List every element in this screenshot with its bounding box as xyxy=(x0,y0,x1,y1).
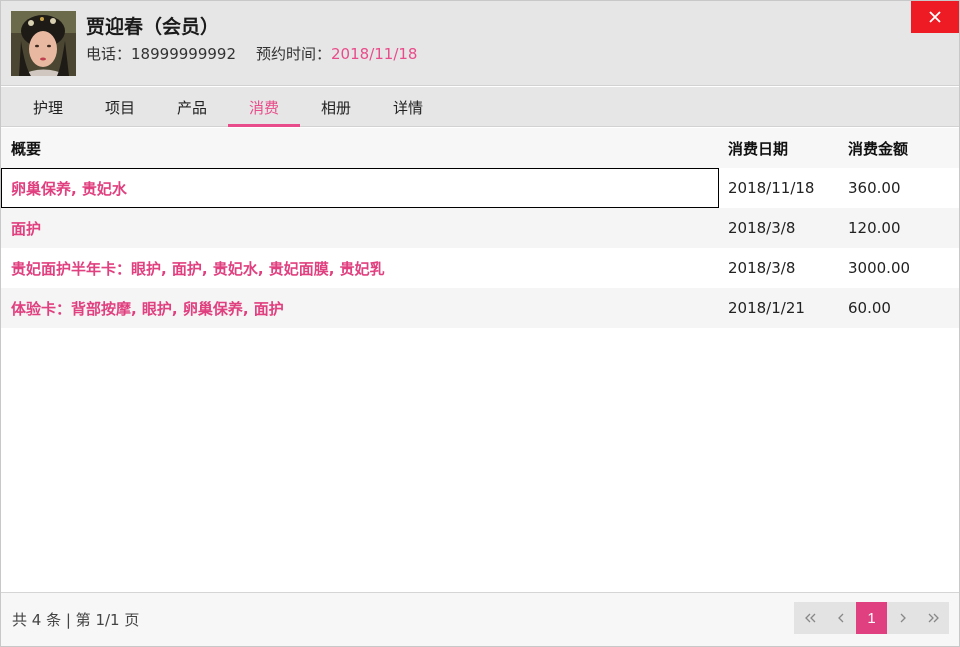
table-row[interactable]: 体验卡：背部按摩, 眼护, 卵巢保养, 面护 2018/1/21 60.00 xyxy=(1,288,959,328)
member-header: 贾迎春（会员） 电话：18999999992 预约时间：2018/11/18 xyxy=(1,1,959,86)
appointment-date: 2018/11/18 xyxy=(331,45,418,63)
member-name: 贾迎春（会员） xyxy=(86,16,220,38)
tab-projects[interactable]: 项目 xyxy=(84,87,156,127)
consumption-table: 概要 消费日期 消费金额 卵巢保养, 贵妃水 2018/11/18 360.00… xyxy=(1,128,959,328)
table-header: 概要 消费日期 消费金额 xyxy=(1,128,959,168)
next-page-button[interactable] xyxy=(887,602,918,634)
table-row[interactable]: 卵巢保养, 贵妃水 2018/11/18 360.00 xyxy=(1,168,959,208)
row-summary[interactable]: 面护 xyxy=(1,208,719,248)
row-amount: 60.00 xyxy=(848,299,891,317)
last-page-button[interactable] xyxy=(918,602,949,634)
row-date: 2018/3/8 xyxy=(728,259,796,277)
tab-album[interactable]: 相册 xyxy=(300,87,372,127)
row-amount: 360.00 xyxy=(848,179,901,197)
row-summary[interactable]: 贵妃面护半年卡：眼护, 面护, 贵妃水, 贵妃面膜, 贵妃乳 xyxy=(1,248,719,288)
double-chevron-left-icon xyxy=(804,613,815,623)
pagination-footer: 共 4 条 | 第 1/1 页 1 xyxy=(1,592,959,646)
phone-label: 电话： xyxy=(86,45,132,63)
tab-details[interactable]: 详情 xyxy=(372,87,444,127)
row-date: 2018/1/21 xyxy=(728,299,805,317)
first-page-button[interactable] xyxy=(794,602,825,634)
row-date: 2018/11/18 xyxy=(728,179,815,197)
record-count: 共 4 条 | 第 1/1 页 xyxy=(12,611,140,629)
table-row[interactable]: 贵妃面护半年卡：眼护, 面护, 贵妃水, 贵妃面膜, 贵妃乳 2018/3/8 … xyxy=(1,248,959,288)
row-summary[interactable]: 体验卡：背部按摩, 眼护, 卵巢保养, 面护 xyxy=(1,288,719,328)
column-date: 消费日期 xyxy=(728,139,789,158)
phone-value: 18999999992 xyxy=(131,45,236,63)
column-summary: 概要 xyxy=(11,139,42,158)
column-amount: 消费金额 xyxy=(848,139,909,158)
row-summary[interactable]: 卵巢保养, 贵妃水 xyxy=(1,168,719,208)
close-button[interactable] xyxy=(911,1,959,33)
page-1-button[interactable]: 1 xyxy=(856,602,887,634)
tab-bar: 护理 项目 产品 消费 相册 详情 xyxy=(1,87,959,127)
member-window: 贾迎春（会员） 电话：18999999992 预约时间：2018/11/18 护理… xyxy=(0,0,960,647)
appointment-label: 预约时间： xyxy=(256,45,332,63)
close-icon xyxy=(929,11,941,23)
pager: 1 xyxy=(794,602,949,634)
member-avatar xyxy=(11,11,76,76)
member-contact: 电话：18999999992 预约时间：2018/11/18 xyxy=(86,43,417,64)
tab-nursing[interactable]: 护理 xyxy=(12,87,84,127)
tab-products[interactable]: 产品 xyxy=(156,87,228,127)
chevron-right-icon xyxy=(900,613,906,623)
double-chevron-right-icon xyxy=(928,613,939,623)
chevron-left-icon xyxy=(837,613,843,623)
prev-page-button[interactable] xyxy=(825,602,856,634)
row-date: 2018/3/8 xyxy=(728,219,796,237)
row-amount: 120.00 xyxy=(848,219,901,237)
tab-consumption[interactable]: 消费 xyxy=(228,87,300,127)
table-row[interactable]: 面护 2018/3/8 120.00 xyxy=(1,208,959,248)
row-amount: 3000.00 xyxy=(848,259,911,277)
